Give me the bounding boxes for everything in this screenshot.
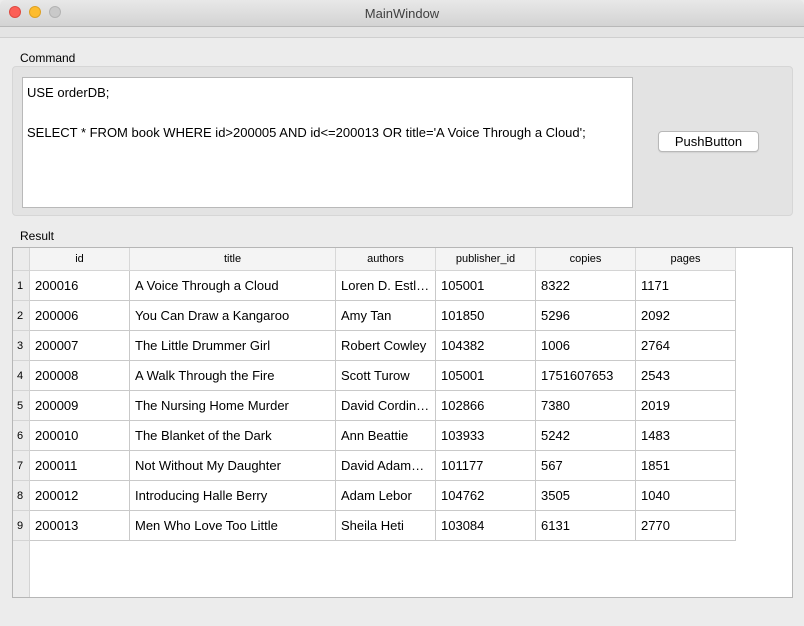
cell-copies[interactable]: 7380: [536, 391, 636, 421]
cell-publisher-id[interactable]: 104762: [436, 481, 536, 511]
table-row: 200016 A Voice Through a Cloud Loren D. …: [30, 271, 736, 301]
command-line: USE orderDB;: [27, 85, 110, 100]
row-header[interactable]: 8: [13, 481, 30, 511]
cell-id[interactable]: 200006: [30, 301, 130, 331]
window-title: MainWindow: [364, 6, 440, 21]
cell-title[interactable]: A Voice Through a Cloud: [130, 271, 336, 301]
cell-authors[interactable]: David Cordin…: [336, 391, 436, 421]
cell-publisher-id[interactable]: 101177: [436, 451, 536, 481]
cell-id[interactable]: 200008: [30, 361, 130, 391]
cell-pages[interactable]: 2543: [636, 361, 736, 391]
cell-publisher-id[interactable]: 104382: [436, 331, 536, 361]
table-corner-button[interactable]: [13, 248, 30, 271]
cell-publisher-id[interactable]: 101850: [436, 301, 536, 331]
row-header[interactable]: 6: [13, 421, 30, 451]
cell-id[interactable]: 200009: [30, 391, 130, 421]
cell-id[interactable]: 200010: [30, 421, 130, 451]
row-header[interactable]: 7: [13, 451, 30, 481]
column-header-copies[interactable]: copies: [536, 248, 636, 271]
cell-pages[interactable]: 2770: [636, 511, 736, 541]
cell-authors[interactable]: Ann Beattie: [336, 421, 436, 451]
cell-publisher-id[interactable]: 105001: [436, 361, 536, 391]
column-header-title[interactable]: title: [130, 248, 336, 271]
cell-id[interactable]: 200016: [30, 271, 130, 301]
cell-copies[interactable]: 5242: [536, 421, 636, 451]
row-header[interactable]: 5: [13, 391, 30, 421]
table-row: 200009 The Nursing Home Murder David Cor…: [30, 391, 736, 421]
push-button[interactable]: PushButton: [658, 131, 759, 152]
cell-pages[interactable]: 1040: [636, 481, 736, 511]
column-header-authors[interactable]: authors: [336, 248, 436, 271]
table-row: 200007 The Little Drummer Girl Robert Co…: [30, 331, 736, 361]
column-header-publisher-id[interactable]: publisher_id: [436, 248, 536, 271]
cell-title[interactable]: Men Who Love Too Little: [130, 511, 336, 541]
cell-copies[interactable]: 3505: [536, 481, 636, 511]
column-header-pages[interactable]: pages: [636, 248, 736, 271]
cell-copies[interactable]: 1751607653: [536, 361, 636, 391]
cell-pages[interactable]: 2019: [636, 391, 736, 421]
command-text-area[interactable]: USE orderDB; SELECT * FROM book WHERE id…: [22, 77, 633, 208]
cell-authors[interactable]: Loren D. Estl…: [336, 271, 436, 301]
table-row: 200012 Introducing Halle Berry Adam Lebo…: [30, 481, 736, 511]
cell-title[interactable]: Introducing Halle Berry: [130, 481, 336, 511]
cell-title[interactable]: The Little Drummer Girl: [130, 331, 336, 361]
cell-publisher-id[interactable]: 103933: [436, 421, 536, 451]
cell-copies[interactable]: 8322: [536, 271, 636, 301]
toolbar-area: [0, 27, 804, 38]
cell-id[interactable]: 200011: [30, 451, 130, 481]
cell-id[interactable]: 200013: [30, 511, 130, 541]
cell-authors[interactable]: Adam Lebor: [336, 481, 436, 511]
cell-copies[interactable]: 567: [536, 451, 636, 481]
command-line: SELECT * FROM book WHERE id>200005 AND i…: [27, 125, 586, 140]
cell-authors[interactable]: David Adam…: [336, 451, 436, 481]
command-label: Command: [20, 51, 76, 65]
cell-pages[interactable]: 1483: [636, 421, 736, 451]
cell-authors[interactable]: Sheila Heti: [336, 511, 436, 541]
cell-copies[interactable]: 6131: [536, 511, 636, 541]
cell-title[interactable]: You Can Draw a Kangaroo: [130, 301, 336, 331]
main-window: MainWindow Command USE orderDB; SELECT *…: [0, 0, 804, 626]
row-header[interactable]: 1: [13, 271, 30, 301]
cell-title[interactable]: Not Without My Daughter: [130, 451, 336, 481]
cell-pages[interactable]: 2764: [636, 331, 736, 361]
cell-title[interactable]: The Blanket of the Dark: [130, 421, 336, 451]
table-row: 200010 The Blanket of the Dark Ann Beatt…: [30, 421, 736, 451]
cell-publisher-id[interactable]: 103084: [436, 511, 536, 541]
row-header[interactable]: 3: [13, 331, 30, 361]
cell-pages[interactable]: 1171: [636, 271, 736, 301]
table-row: 200006 You Can Draw a Kangaroo Amy Tan 1…: [30, 301, 736, 331]
table-row: 200008 A Walk Through the Fire Scott Tur…: [30, 361, 736, 391]
row-header[interactable]: 2: [13, 301, 30, 331]
cell-id[interactable]: 200007: [30, 331, 130, 361]
cell-authors[interactable]: Robert Cowley: [336, 331, 436, 361]
cell-pages[interactable]: 2092: [636, 301, 736, 331]
table-header: id title authors publisher_id copies pag…: [30, 248, 736, 271]
cell-pages[interactable]: 1851: [636, 451, 736, 481]
result-label: Result: [20, 229, 55, 243]
cell-authors[interactable]: Scott Turow: [336, 361, 436, 391]
result-table[interactable]: id title authors publisher_id copies pag…: [12, 247, 793, 598]
cell-copies[interactable]: 5296: [536, 301, 636, 331]
title-bar: MainWindow: [0, 0, 804, 27]
cell-publisher-id[interactable]: 102866: [436, 391, 536, 421]
cell-title[interactable]: A Walk Through the Fire: [130, 361, 336, 391]
cell-title[interactable]: The Nursing Home Murder: [130, 391, 336, 421]
table-row: 200011 Not Without My Daughter David Ada…: [30, 451, 736, 481]
row-header[interactable]: 9: [13, 511, 30, 541]
table-row: 200013 Men Who Love Too Little Sheila He…: [30, 511, 736, 541]
cell-authors[interactable]: Amy Tan: [336, 301, 436, 331]
cell-id[interactable]: 200012: [30, 481, 130, 511]
cell-publisher-id[interactable]: 105001: [436, 271, 536, 301]
command-line: [27, 103, 628, 123]
column-header-id[interactable]: id: [30, 248, 130, 271]
row-header-strip: 1 2 3 4 5 6 7 8 9: [13, 271, 30, 597]
cell-copies[interactable]: 1006: [536, 331, 636, 361]
row-header[interactable]: 4: [13, 361, 30, 391]
